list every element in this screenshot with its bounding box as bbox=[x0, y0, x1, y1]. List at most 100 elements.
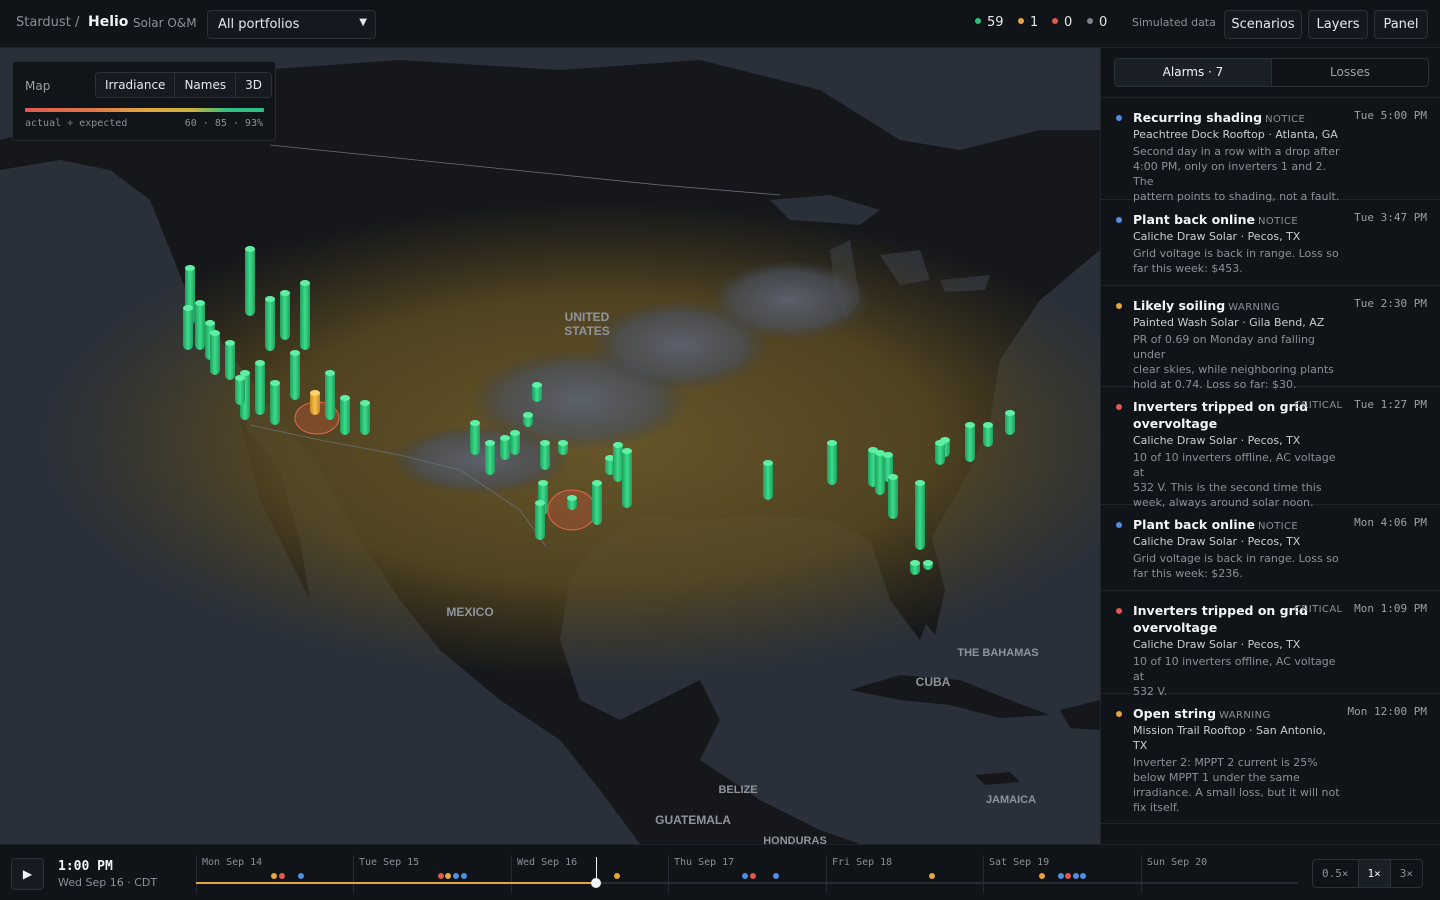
plant-column[interactable] bbox=[827, 440, 837, 485]
timeline-event-marker[interactable] bbox=[1065, 873, 1071, 879]
timeline-bar: ▶ 1:00 PM Wed Sep 16 · CDT Mon Sep 14 Tu… bbox=[0, 844, 1440, 900]
plant-column[interactable] bbox=[888, 474, 898, 519]
timeline-event-marker[interactable] bbox=[445, 873, 451, 879]
plant-column[interactable] bbox=[210, 330, 220, 375]
portfolio-select[interactable]: All portfolios ▼ bbox=[207, 10, 376, 39]
plant-column[interactable] bbox=[235, 375, 245, 405]
plant-column[interactable] bbox=[470, 420, 480, 455]
timeline-scrubber[interactable]: Mon Sep 14 Tue Sep 15 Wed Sep 16 Thu Sep… bbox=[196, 853, 1298, 895]
plant-column[interactable] bbox=[535, 500, 545, 540]
plant-column[interactable] bbox=[910, 560, 920, 575]
plant-column[interactable] bbox=[195, 300, 205, 350]
plant-column[interactable] bbox=[532, 382, 542, 402]
plant-column[interactable] bbox=[558, 440, 568, 455]
alarm-item[interactable]: Inverters tripped on grid overvoltage CRI… bbox=[1101, 387, 1440, 509]
portfolio-select-value: All portfolios bbox=[218, 17, 300, 32]
layers-button[interactable]: Layers bbox=[1308, 10, 1368, 39]
map-mode-toggle[interactable]: Irradiance Names 3D bbox=[95, 72, 272, 98]
speed-option[interactable]: 1× bbox=[1358, 860, 1391, 887]
plant-column[interactable] bbox=[613, 442, 623, 482]
alarm-item[interactable]: Plant back online NOTICE Tue 3:47 PM Cali… bbox=[1101, 200, 1440, 286]
timeline-event-marker[interactable] bbox=[742, 873, 748, 879]
timeline-event-marker[interactable] bbox=[1039, 873, 1045, 879]
map-view[interactable]: UNITED STATES MEXICO THE BAHAMAS CUBA BE… bbox=[0, 48, 1100, 844]
plant-column[interactable] bbox=[270, 380, 280, 425]
timeline-event-marker[interactable] bbox=[1058, 873, 1064, 879]
timeline-event-marker[interactable] bbox=[453, 873, 459, 879]
plant-column[interactable] bbox=[983, 422, 993, 447]
plant-column[interactable] bbox=[622, 448, 632, 508]
plant-column[interactable] bbox=[523, 412, 533, 427]
day-label: Mon Sep 14 bbox=[202, 857, 263, 868]
playback-speed-toggle[interactable]: 0.5× 1× 3× bbox=[1312, 859, 1423, 888]
map-label-us-1: UNITED bbox=[565, 310, 610, 324]
plant-column[interactable] bbox=[500, 435, 510, 460]
alarm-item[interactable]: Inverters tripped on grid overvoltage CRI… bbox=[1101, 591, 1440, 698]
severity-dot-icon bbox=[1116, 608, 1122, 614]
panel-button[interactable]: Panel bbox=[1374, 10, 1428, 39]
plant-column[interactable] bbox=[485, 440, 495, 475]
timeline-event-marker[interactable] bbox=[929, 873, 935, 879]
timeline-event-marker[interactable] bbox=[750, 873, 756, 879]
alarm-site: Mission Trail Rooftop · San Antonio, TX bbox=[1133, 724, 1327, 752]
alarm-item[interactable]: Plant back online NOTICE Mon 4:06 PM Cali… bbox=[1101, 505, 1440, 591]
status-count-offline: 0 bbox=[1087, 15, 1107, 30]
map-mode-3d[interactable]: 3D bbox=[236, 73, 271, 97]
simulated-data-label: Simulated data bbox=[1132, 16, 1216, 29]
plant-column[interactable] bbox=[360, 400, 370, 435]
timeline-handle[interactable] bbox=[591, 878, 602, 888]
plant-column[interactable] bbox=[592, 480, 602, 525]
plant-column[interactable] bbox=[1005, 410, 1015, 435]
scenarios-button[interactable]: Scenarios bbox=[1224, 10, 1302, 39]
plant-column[interactable] bbox=[280, 290, 290, 340]
alarm-time: Tue 5:00 PM bbox=[1354, 109, 1427, 122]
speed-option[interactable]: 0.5× bbox=[1313, 860, 1359, 887]
org-breadcrumb[interactable]: Stardust bbox=[16, 15, 71, 30]
plant-column[interactable] bbox=[183, 305, 193, 350]
plant-column[interactable] bbox=[255, 360, 265, 415]
timeline-event-marker[interactable] bbox=[1073, 873, 1079, 879]
map-mode-irradiance[interactable]: Irradiance bbox=[96, 73, 176, 97]
plant-column[interactable] bbox=[763, 460, 773, 500]
play-button[interactable]: ▶ bbox=[11, 858, 44, 890]
tab-losses[interactable]: Losses bbox=[1272, 59, 1428, 86]
tab-alarms[interactable]: Alarms · 7 bbox=[1115, 59, 1272, 86]
severity-dot-icon bbox=[1116, 404, 1122, 410]
plant-column[interactable] bbox=[225, 340, 235, 380]
plant-column[interactable] bbox=[290, 350, 300, 400]
map-canvas[interactable]: UNITED STATES MEXICO THE BAHAMAS CUBA BE… bbox=[0, 48, 1100, 844]
plant-column[interactable] bbox=[540, 440, 550, 470]
timeline-event-marker[interactable] bbox=[461, 873, 467, 879]
plant-column[interactable] bbox=[325, 370, 335, 420]
alarm-item[interactable]: Likely soiling WARNING Tue 2:30 PM Painte… bbox=[1101, 286, 1440, 391]
severity-dot-icon bbox=[1116, 522, 1122, 528]
day-label: Sat Sep 19 bbox=[989, 857, 1050, 868]
alarm-item[interactable]: Recurring shading NOTICE Tue 5:00 PM Peac… bbox=[1101, 98, 1440, 203]
alarm-time: Tue 3:47 PM bbox=[1354, 211, 1427, 224]
plant-column[interactable] bbox=[245, 246, 255, 316]
alarm-title: Likely soiling bbox=[1133, 298, 1226, 313]
timeline-event-marker[interactable] bbox=[614, 873, 620, 879]
plant-column[interactable] bbox=[340, 395, 350, 435]
timeline-event-marker[interactable] bbox=[279, 873, 285, 879]
map-mode-names[interactable]: Names bbox=[175, 73, 237, 97]
plant-column[interactable] bbox=[915, 480, 925, 550]
timeline-event-marker[interactable] bbox=[438, 873, 444, 879]
plant-column[interactable] bbox=[300, 280, 310, 350]
timeline-event-marker[interactable] bbox=[773, 873, 779, 879]
plant-column[interactable] bbox=[935, 440, 945, 465]
speed-option[interactable]: 3× bbox=[1391, 860, 1422, 887]
plant-column[interactable] bbox=[567, 495, 577, 510]
timeline-event-marker[interactable] bbox=[298, 873, 304, 879]
alarm-item[interactable]: Open string WARNING Mon 12:00 PM Mission … bbox=[1101, 694, 1440, 824]
plant-column[interactable] bbox=[510, 430, 520, 455]
plant-column[interactable] bbox=[965, 422, 975, 462]
day-label: Tue Sep 15 bbox=[359, 857, 420, 868]
plant-column[interactable] bbox=[923, 560, 933, 570]
timeline-event-marker[interactable] bbox=[1080, 873, 1086, 879]
app-subtitle: Solar O&M bbox=[133, 16, 197, 30]
plant-column[interactable] bbox=[310, 390, 320, 415]
timeline-event-marker[interactable] bbox=[271, 873, 277, 879]
map-card-title: Map bbox=[25, 79, 51, 93]
plant-column[interactable] bbox=[265, 296, 275, 351]
